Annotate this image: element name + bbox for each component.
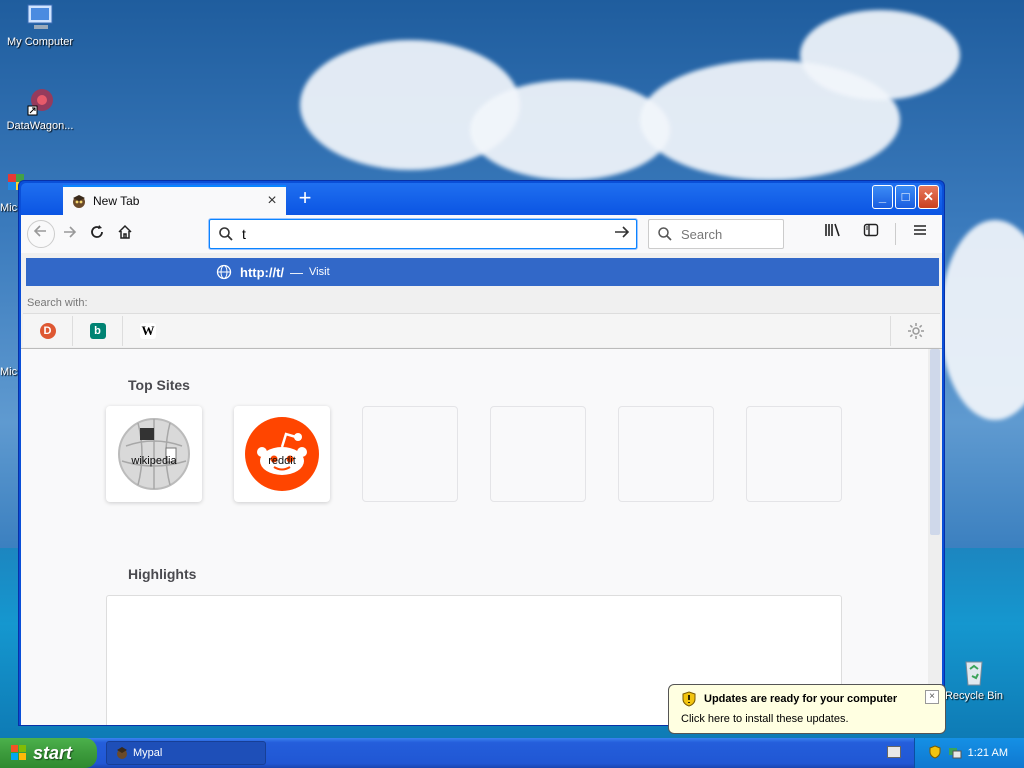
notification-title: Updates are ready for your computer	[704, 693, 898, 705]
duckduckgo-icon: D	[39, 322, 56, 339]
desktop-cloud	[800, 10, 960, 100]
top-site-empty	[618, 406, 714, 502]
browser-favicon-icon	[71, 193, 87, 209]
sidebar-icon	[863, 223, 879, 237]
system-tray: 1:21 AM	[914, 738, 1024, 768]
minimize-button[interactable]: _	[872, 185, 893, 209]
forward-button[interactable]	[55, 220, 83, 248]
desktop-cloud	[470, 80, 670, 180]
home-button[interactable]	[111, 220, 139, 248]
search-box[interactable]: Search	[648, 219, 784, 249]
nav-toolbar: t Search	[21, 215, 942, 253]
library-button[interactable]	[819, 220, 847, 248]
desktop-icon-datawagon[interactable]: DataWagon...	[0, 86, 80, 132]
suggestion-url: http://t/	[240, 264, 285, 280]
search-settings-button[interactable]	[890, 315, 940, 346]
top-sites-title: Top Sites	[128, 377, 190, 393]
top-site-empty	[746, 406, 842, 502]
one-off-search-engines: D b W	[23, 313, 940, 347]
top-site-label: wikipedia	[131, 455, 177, 467]
tab-title: New Tab	[93, 194, 140, 208]
desktop-icon-recycle-bin[interactable]: Recycle Bin	[934, 656, 1014, 702]
taskbar-item-mypal[interactable]: Mypal	[106, 741, 266, 765]
toolbar-separator	[895, 223, 896, 245]
search-placeholder: Search	[681, 226, 723, 242]
top-site-empty	[362, 406, 458, 502]
search-engine-wikipedia[interactable]: W	[123, 316, 173, 346]
url-input-value[interactable]: t	[234, 226, 608, 242]
security-shield-icon	[681, 691, 697, 710]
desktop-icon-label: DataWagon...	[6, 120, 74, 132]
desktop-cloud	[940, 220, 1024, 420]
wikipedia-globe-icon	[118, 418, 190, 490]
gear-icon	[907, 322, 924, 339]
sidebar-button[interactable]	[857, 220, 885, 248]
search-icon	[658, 227, 672, 241]
new-tab-button[interactable]: +	[291, 185, 319, 213]
taskbar: start Mypal 1:21 AM	[0, 738, 1024, 768]
clock[interactable]: 1:21 AM	[968, 747, 1008, 759]
scrollbar-thumb[interactable]	[930, 349, 940, 535]
desktop-icon-label: Recycle Bin	[944, 690, 1004, 702]
tab-close-icon[interactable]: ×	[262, 192, 282, 210]
autocomplete-suggestion[interactable]: http://t/ — Visit	[26, 258, 939, 286]
top-site-reddit[interactable]	[234, 406, 330, 502]
top-site-wikipedia[interactable]	[106, 406, 202, 502]
reload-button[interactable]	[83, 220, 111, 248]
menu-button[interactable]	[906, 220, 934, 248]
search-icon	[219, 227, 233, 241]
reload-icon	[91, 225, 103, 238]
wikipedia-icon: W	[140, 322, 156, 339]
library-icon	[825, 223, 840, 237]
bing-icon: b	[89, 322, 106, 339]
tab-strip: New Tab × + _ □ ✕	[21, 183, 942, 215]
notification-close-button[interactable]: ×	[925, 690, 939, 704]
notification-text: Click here to install these updates.	[681, 713, 849, 725]
globe-icon	[216, 264, 232, 280]
start-label: start	[33, 742, 73, 763]
go-arrow-icon[interactable]	[608, 224, 636, 245]
vertical-scrollbar[interactable]	[928, 349, 942, 725]
search-engine-bing[interactable]: b	[73, 315, 123, 346]
desktop-icon-my-computer[interactable]: My Computer	[0, 2, 80, 48]
security-shield-tray-icon[interactable]	[928, 744, 942, 762]
search-with-label: Search with:	[27, 297, 88, 309]
top-site-label: reddit	[268, 455, 296, 467]
window-controls: _ □ ✕	[872, 185, 939, 209]
toolbar-right	[819, 220, 934, 248]
desktop-icon-label: My Computer	[6, 36, 74, 48]
forward-arrow-icon	[64, 226, 77, 238]
browser-favicon-icon	[115, 746, 129, 760]
hamburger-menu-icon	[914, 225, 926, 235]
network-tray-icon[interactable]	[948, 745, 962, 762]
back-button[interactable]	[27, 220, 55, 248]
desktop-icon-label: Mic	[0, 366, 18, 378]
back-arrow-icon	[33, 225, 46, 237]
windows-flag-icon	[11, 745, 26, 760]
top-site-empty	[490, 406, 586, 502]
reddit-icon	[245, 417, 319, 491]
search-engine-duckduckgo[interactable]: D	[23, 315, 73, 346]
suggestion-action: Visit	[309, 266, 330, 278]
taskbar-item-label: Mypal	[133, 747, 163, 759]
maximize-button[interactable]: □	[895, 185, 916, 209]
update-notification-balloon[interactable]: Updates are ready for your computer Clic…	[668, 684, 946, 734]
home-icon	[118, 224, 132, 239]
recycle-bin-icon	[958, 656, 990, 688]
url-bar[interactable]: t	[209, 219, 637, 249]
close-window-button[interactable]: ✕	[918, 185, 939, 209]
computer-icon	[24, 2, 56, 34]
suggestion-dash: —	[290, 264, 304, 280]
tab-new-tab[interactable]: New Tab ×	[63, 185, 286, 215]
highlights-title: Highlights	[128, 566, 197, 582]
keyboard-icon[interactable]	[887, 746, 901, 758]
url-autocomplete-popup: http://t/ — Visit Search with: D b W	[21, 253, 942, 349]
datawagon-icon	[24, 86, 56, 118]
new-tab-page: Top Sites wikipedia reddit Highlights	[21, 349, 942, 725]
start-button[interactable]: start	[0, 738, 97, 768]
browser-window: New Tab × + _ □ ✕ t Search http://t/ — V…	[18, 180, 945, 726]
desktop-icon-label: Mic	[0, 202, 18, 214]
